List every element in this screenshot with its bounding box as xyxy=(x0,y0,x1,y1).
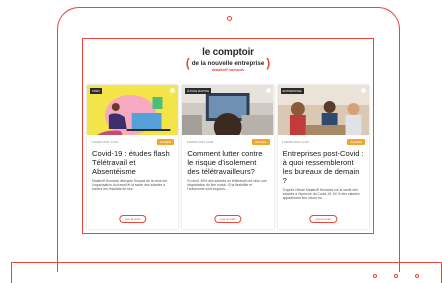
indicator-dot-icon xyxy=(394,274,398,278)
article-excerpt: Malakoff Humanis décrypte l'impact de la… xyxy=(92,179,168,192)
category-tag: ÉTUDE RAPIDE xyxy=(185,88,212,94)
brand-subtitle: de la nouvelle entreprise xyxy=(191,59,265,67)
article-badge: Actualité xyxy=(347,138,365,145)
share-icon[interactable] xyxy=(360,88,366,93)
article-date: 3 MARS 2021 12:00 xyxy=(186,139,214,144)
laptop-screen: le comptoir ( de la nouvelle entreprise … xyxy=(82,38,374,234)
article-card[interactable]: ÉTUDE RAPIDE 3 MARS 2021 12:00 Actualité… xyxy=(182,85,274,229)
brand-owner: malakoff humanis xyxy=(211,68,245,72)
article-date: 3 MARS 2021 12:00 xyxy=(281,139,309,144)
article-image: PRÉV xyxy=(87,85,179,135)
article-title[interactable]: Entreprises post-Covid : à quoi ressembl… xyxy=(278,145,369,185)
indicator-dot-icon xyxy=(373,274,377,278)
camera-icon xyxy=(227,16,232,21)
article-image: ENTREPRISE xyxy=(277,85,369,135)
paren-left-icon: ( xyxy=(185,56,190,70)
article-title[interactable]: Comment lutter contre le risque d'isolem… xyxy=(182,145,273,176)
read-more-button[interactable]: Lire la suite xyxy=(214,215,242,223)
article-excerpt: D'après l'étude Malakoff Humanis sur la … xyxy=(282,188,360,201)
article-excerpt: En avril, 39% des salariés en télétravai… xyxy=(187,179,267,192)
article-badge: Actualité xyxy=(252,138,270,145)
article-image: ÉTUDE RAPIDE xyxy=(182,85,274,135)
paren-right-icon: ) xyxy=(266,56,271,70)
indicator-dot-icon xyxy=(415,274,419,278)
article-title[interactable]: Covid-19 : études flash Télétravail et A… xyxy=(87,145,178,176)
article-card[interactable]: ENTREPRISE 3 MARS 2021 12:00 Actualité E… xyxy=(277,85,369,229)
article-badge: Actualité xyxy=(156,138,175,145)
article-date: 7 MARS 2021 12:00 xyxy=(91,139,119,144)
article-cards: PRÉV 7 MARS 2021 12:00 Actualité Covid-1… xyxy=(87,85,369,229)
read-more-button[interactable]: Lire la suite xyxy=(309,215,337,223)
brand-logo[interactable]: le comptoir ( de la nouvelle entreprise … xyxy=(83,47,373,73)
article-card[interactable]: PRÉV 7 MARS 2021 12:00 Actualité Covid-1… xyxy=(87,85,179,229)
brand-title: le comptoir xyxy=(202,47,254,58)
laptop-base-outline xyxy=(11,262,442,283)
read-more-button[interactable]: Lire la suite xyxy=(118,215,147,223)
category-tag: ENTREPRISE xyxy=(280,88,304,94)
category-tag: PRÉV xyxy=(90,88,103,94)
share-icon[interactable] xyxy=(265,88,271,93)
